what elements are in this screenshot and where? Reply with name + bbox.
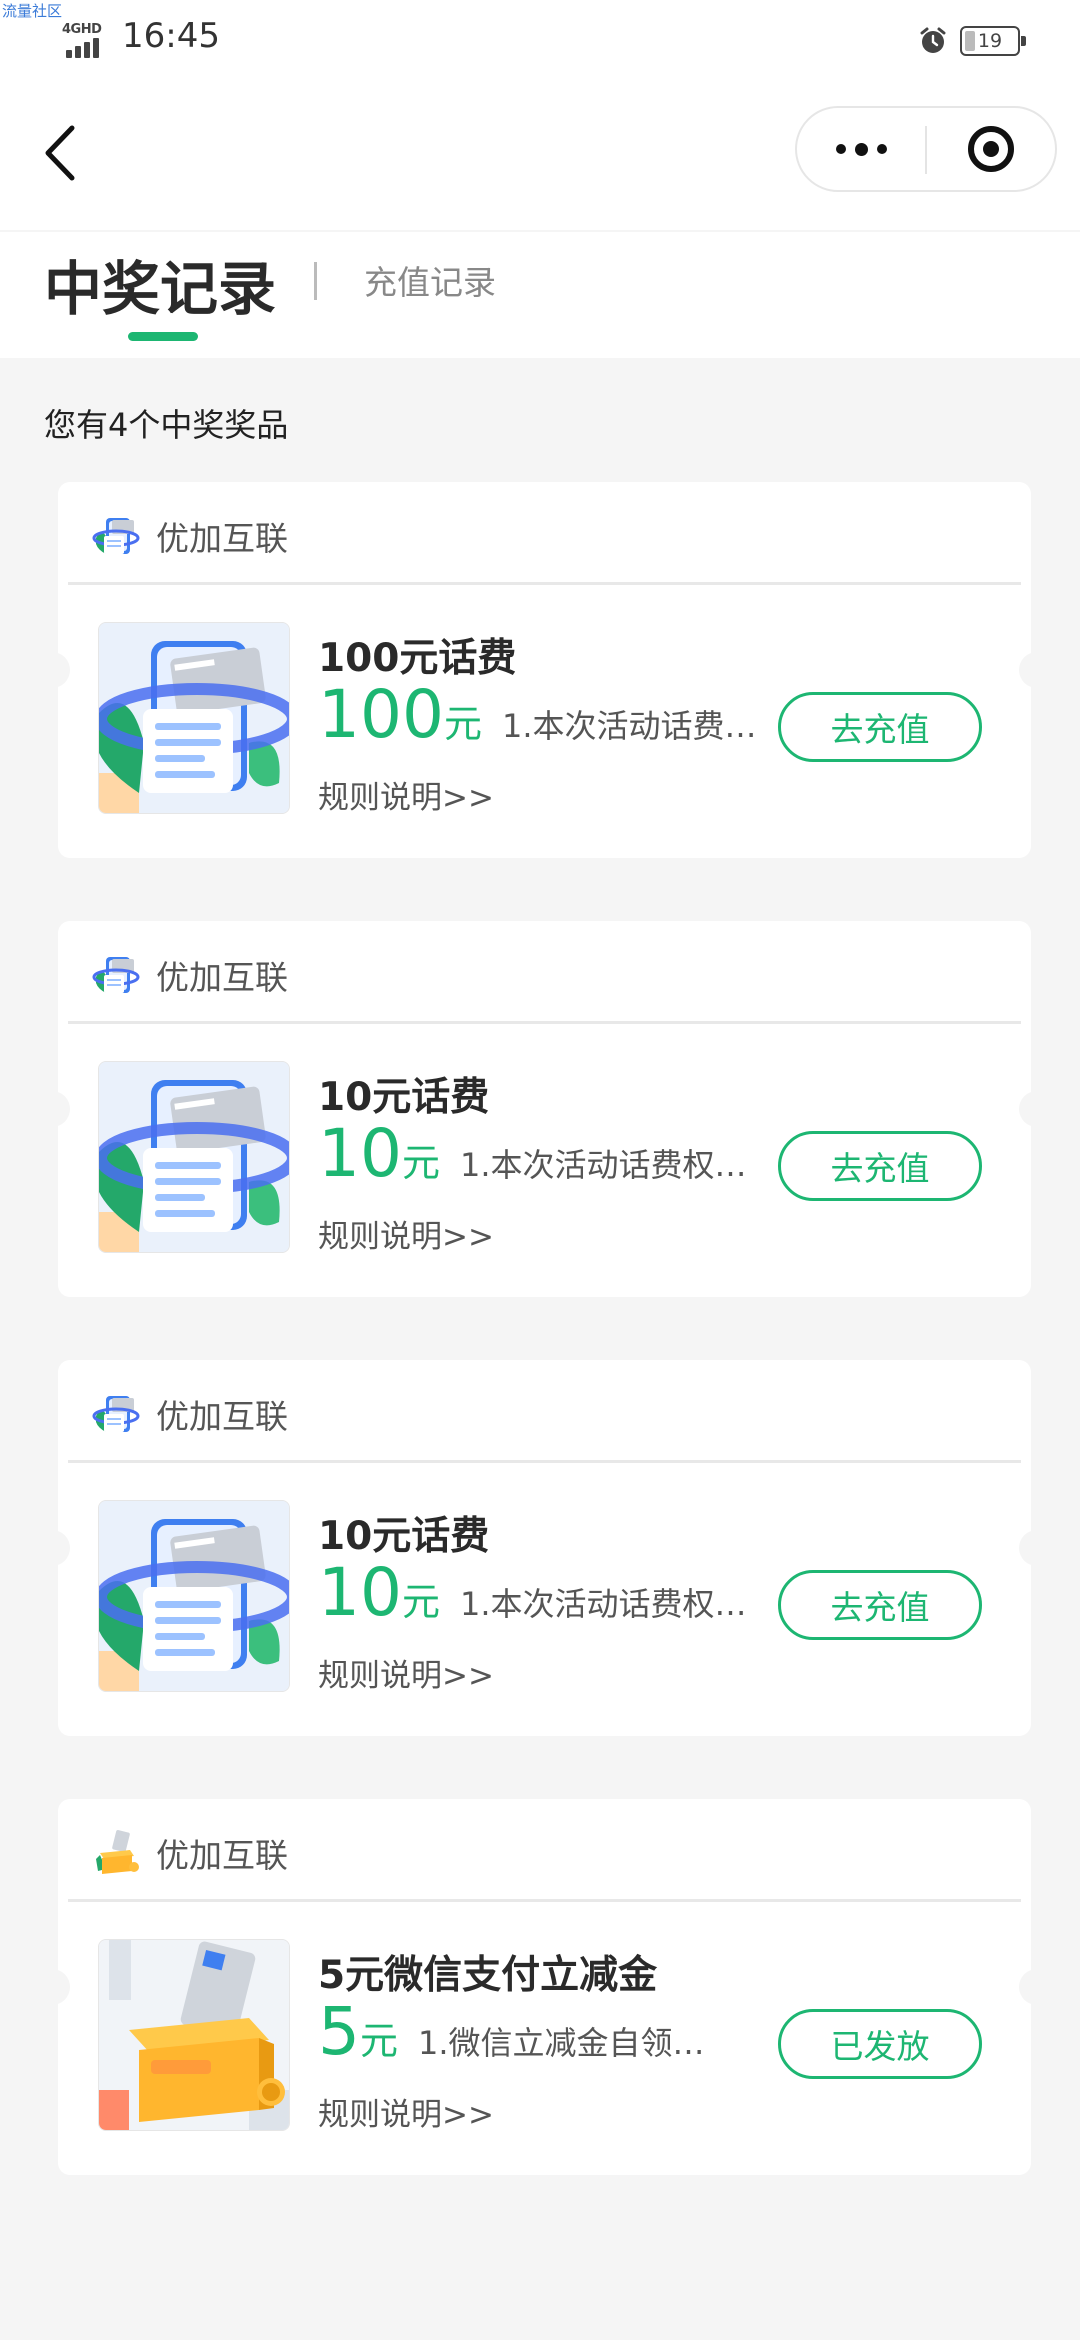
- card-notch: [1019, 1530, 1043, 1566]
- phone-card-icon: [98, 1500, 290, 1692]
- card-header: 优加互联: [58, 921, 1031, 1023]
- card-divider: [68, 1021, 1021, 1024]
- card-divider: [68, 1899, 1021, 1902]
- target-circle-icon: [968, 126, 1014, 172]
- status-bar: 流量社区 4GHD 16:45 19: [0, 0, 1080, 80]
- more-dots-icon: [835, 144, 846, 154]
- more-button[interactable]: [797, 108, 925, 190]
- prize-amount-unit: 元: [401, 1580, 440, 1624]
- card-header: 优加互联: [58, 482, 1031, 584]
- prize-title: 100元话费: [318, 636, 517, 681]
- card-notch: [1019, 1969, 1043, 2005]
- mini-program-capsule: [795, 106, 1057, 192]
- prize-amount-row: 10 元 1.本次活动话费权…: [318, 1121, 768, 1201]
- prize-description: 1.本次活动话费权…: [460, 1146, 747, 1184]
- record-tabs: 中奖记录 充值记录: [0, 232, 1080, 358]
- nav-bar: [0, 80, 1080, 230]
- rules-link[interactable]: 规则说明>>: [318, 2089, 494, 2134]
- prize-amount: 5: [318, 1993, 360, 2070]
- prize-description: 1.本次活动话费权…: [502, 707, 768, 745]
- phone-card-icon: [98, 622, 290, 814]
- recharge-button[interactable]: 去充值: [778, 692, 982, 762]
- merchant-name: 优加互联: [156, 958, 288, 997]
- merchant-logo-icon: [92, 951, 140, 999]
- card-notch: [46, 1530, 70, 1566]
- card-header: 优加互联: [58, 1360, 1031, 1462]
- status-time: 16:45: [122, 16, 220, 56]
- merchant-name: 优加互联: [156, 519, 288, 558]
- prize-amount-row: 10 元 1.本次活动话费权…: [318, 1560, 768, 1640]
- rules-link[interactable]: 规则说明>>: [318, 1211, 494, 1256]
- prize-amount-unit: 元: [360, 2019, 399, 2063]
- card-notch: [46, 1091, 70, 1127]
- prize-amount-unit: 元: [401, 1141, 440, 1185]
- card-notch: [1019, 652, 1043, 688]
- merchant-name: 优加互联: [156, 1397, 288, 1436]
- rules-link[interactable]: 规则说明>>: [318, 1650, 494, 1695]
- tab-recharge-records[interactable]: 充值记录: [364, 256, 496, 304]
- prize-amount: 10: [318, 1554, 402, 1631]
- rules-link[interactable]: 规则说明>>: [318, 772, 494, 817]
- prize-amount: 100: [318, 676, 444, 753]
- merchant-logo-icon: [92, 1829, 140, 1877]
- card-notch: [46, 1969, 70, 2005]
- prize-amount-unit: 元: [443, 702, 482, 746]
- prize-count-summary: 您有4个中奖奖品: [44, 406, 289, 444]
- card-box-icon: [98, 1939, 290, 2131]
- battery-level: 19: [977, 30, 1003, 52]
- tab-prize-records[interactable]: 中奖记录: [44, 242, 276, 326]
- tab-separator: [314, 262, 317, 300]
- prize-card: 优加互联 5元微信支付立减金 5 元 1.微信立减金自领… 规则说明>> 已发放: [46, 1799, 1043, 2175]
- prize-amount-row: 5 元 1.微信立减金自领…: [318, 1999, 768, 2079]
- alarm-icon: [920, 27, 946, 53]
- card-notch: [46, 652, 70, 688]
- card-notch: [1019, 1091, 1043, 1127]
- merchant-logo-icon: [92, 512, 140, 560]
- battery-icon: 19: [960, 26, 1026, 56]
- prize-amount-row: 100 元 1.本次活动话费权…: [318, 682, 768, 762]
- card-divider: [68, 1460, 1021, 1463]
- prize-title: 5元微信支付立减金: [318, 1953, 658, 1998]
- recharge-button[interactable]: 去充值: [778, 1570, 982, 1640]
- signal-icon: 4GHD: [62, 22, 114, 58]
- prize-title: 10元话费: [318, 1075, 490, 1120]
- prize-card: 优加互联 100元话费 100 元 1.本次活动话费权… 规则说明>> 去充值: [46, 482, 1043, 858]
- prize-card: 优加互联 10元话费 10 元 1.本次活动话费权… 规则说明>> 去充值: [46, 921, 1043, 1297]
- prize-amount: 10: [318, 1115, 402, 1192]
- prize-description: 1.微信立减金自领…: [418, 2024, 705, 2062]
- card-header: 优加互联: [58, 1799, 1031, 1901]
- merchant-logo-icon: [92, 1390, 140, 1438]
- prize-description: 1.本次活动话费权…: [460, 1585, 747, 1623]
- chevron-left-icon: [45, 125, 75, 181]
- issued-button[interactable]: 已发放: [778, 2009, 982, 2079]
- watermark-text: 流量社区: [2, 2, 63, 20]
- phone-card-icon: [98, 1061, 290, 1253]
- merchant-name: 优加互联: [156, 1836, 288, 1875]
- prize-title: 10元话费: [318, 1514, 490, 1559]
- back-button[interactable]: [30, 118, 90, 188]
- recharge-button[interactable]: 去充值: [778, 1131, 982, 1201]
- close-button[interactable]: [927, 108, 1055, 190]
- prize-card: 优加互联 10元话费 10 元 1.本次活动话费权… 规则说明>> 去充值: [46, 1360, 1043, 1736]
- card-divider: [68, 582, 1021, 585]
- tab-active-indicator: [128, 332, 198, 341]
